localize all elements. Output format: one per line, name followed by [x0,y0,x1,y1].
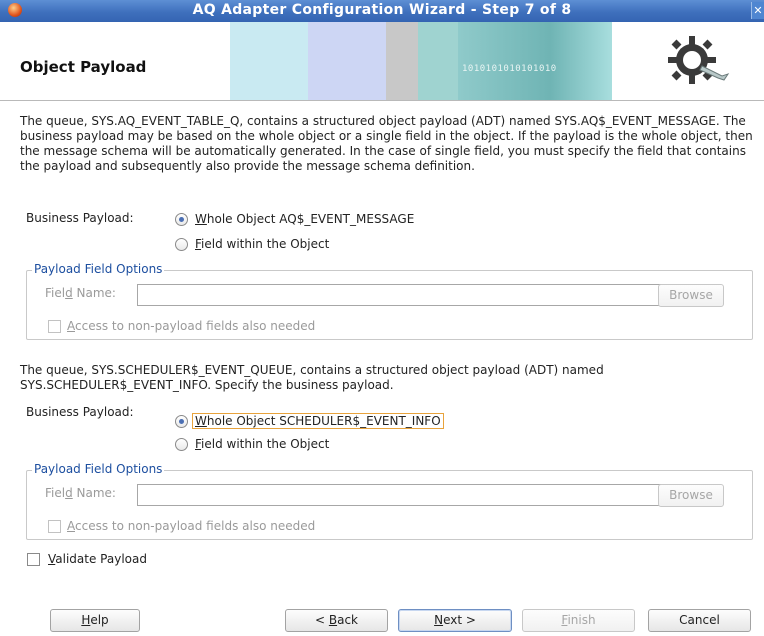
header-band-3 [386,22,418,100]
queue2-description: The queue, SYS.SCHEDULER$_EVENT_QUEUE, c… [20,363,604,392]
access-nonpayload-label-1[interactable]: Access to non-payload fields also needed [67,319,315,333]
header-band-4 [418,22,458,100]
cancel-button[interactable]: Cancel [648,609,751,632]
next-button[interactable]: Next > [398,609,512,632]
field-within-label-2[interactable]: Field within the Object [195,437,329,451]
header-ticker-text: 1010101010101010 [462,64,557,74]
back-button[interactable]: < Back [285,609,388,632]
page-title: Object Payload [20,58,147,76]
header-band-5 [458,22,612,100]
close-window-button[interactable]: ✕ [751,2,764,19]
header-divider [0,100,764,101]
payload-field-options-group-1: Payload Field Options Field Name: Browse… [26,262,753,340]
payload-field-options-legend-2: Payload Field Options [32,462,165,476]
window-title: AQ Adapter Configuration Wizard - Step 7… [192,2,572,18]
business-payload-label-1: Business Payload: [26,211,134,225]
validate-payload-label[interactable]: Validate Payload [48,552,147,566]
access-nonpayload-label-2[interactable]: Access to non-payload fields also needed [67,519,315,533]
whole-object-label-2[interactable]: Whole Object SCHEDULER$_EVENT_INFO [192,413,444,429]
header-band-2 [308,22,386,100]
whole-object-label-1[interactable]: Whole Object AQ$_EVENT_MESSAGE [195,212,414,226]
queue1-description: The queue, SYS.AQ_EVENT_TABLE_Q, contain… [20,114,753,173]
whole-object-radio-1[interactable] [175,213,188,226]
window-title-bar: AQ Adapter Configuration Wizard - Step 7… [0,0,764,22]
browse-button-2[interactable]: Browse [658,484,724,507]
payload-field-options-group-2: Payload Field Options Field Name: Browse… [26,462,753,540]
field-within-label-1[interactable]: Field within the Object [195,237,329,251]
wizard-header: Object Payload 1010101010101010 [0,22,764,100]
help-button[interactable]: Help [50,609,140,632]
browse-button-1[interactable]: Browse [658,284,724,307]
validate-payload-checkbox[interactable] [27,553,40,566]
field-name-input-2[interactable] [137,484,677,506]
header-band-1 [230,22,308,100]
field-within-radio-1[interactable] [175,238,188,251]
access-nonpayload-checkbox-2[interactable] [48,520,61,533]
field-name-input-1[interactable] [137,284,677,306]
gear-plug-icon [668,36,730,84]
finish-button[interactable]: Finish [522,609,635,632]
field-name-label-2: Field Name: [45,486,116,500]
whole-object-radio-2[interactable] [175,415,188,428]
business-payload-label-2: Business Payload: [26,405,134,419]
payload-field-options-legend-1: Payload Field Options [32,262,165,276]
access-nonpayload-checkbox-1[interactable] [48,320,61,333]
field-name-label-1: Field Name: [45,286,116,300]
field-within-radio-2[interactable] [175,438,188,451]
